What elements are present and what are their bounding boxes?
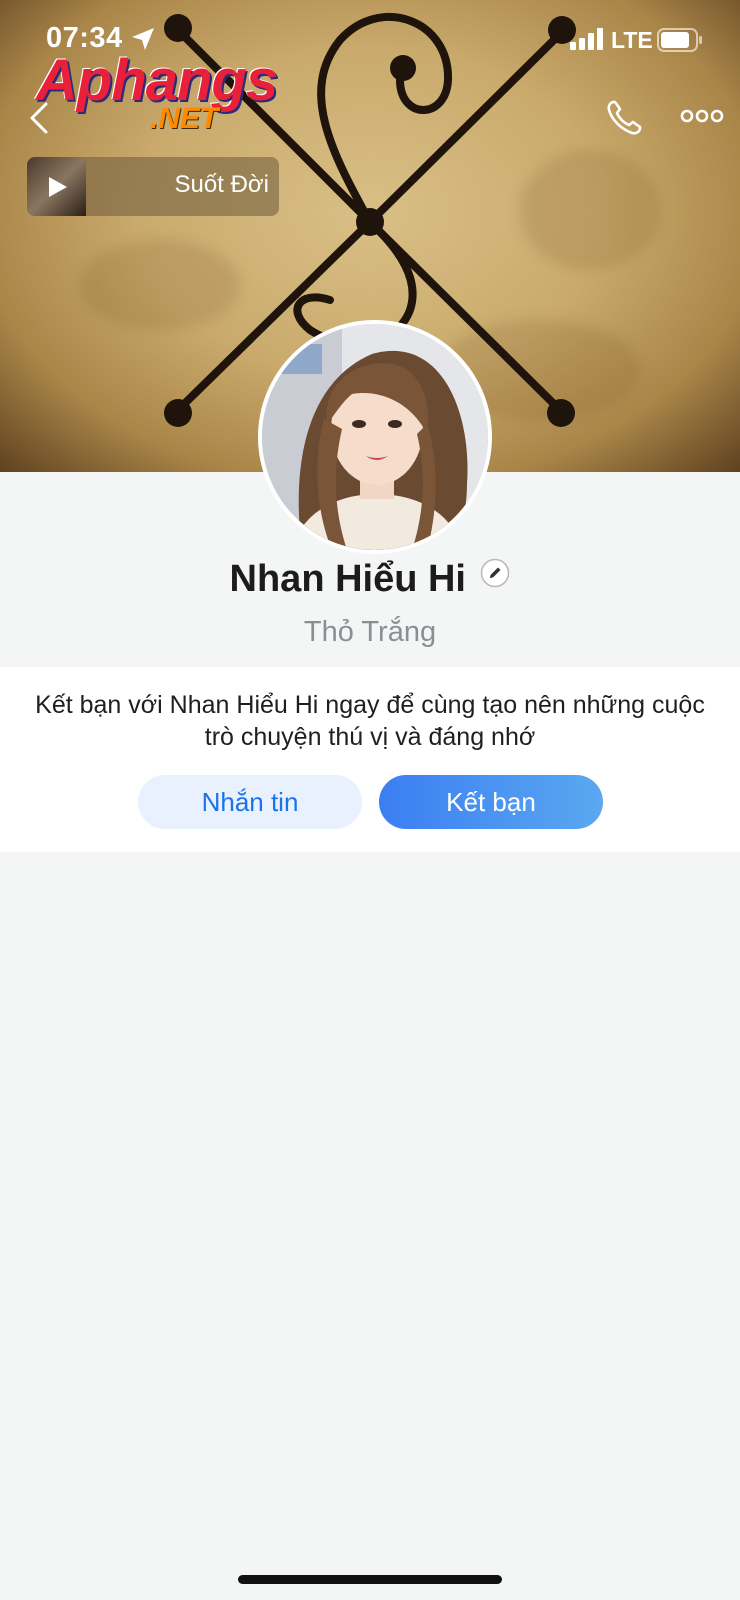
profile-nickname: Thỏ Trắng — [303, 616, 437, 648]
music-title: Suốt Đời — [174, 171, 269, 198]
avatar[interactable] — [258, 320, 492, 554]
add-friend-card: Kết bạn với Nhan Hiểu Hi ngay để cùng tạ… — [0, 667, 740, 852]
profile-name: Nhan Hiểu Hi — [229, 558, 466, 600]
phone-icon — [607, 100, 642, 135]
add-friend-description: Kết bạn với Nhan Hiểu Hi ngay để cùng tạ… — [35, 691, 705, 751]
more-options-button[interactable] — [680, 104, 724, 128]
edit-pencil-icon[interactable] — [480, 558, 510, 588]
play-icon — [49, 177, 67, 197]
more-icon — [680, 109, 724, 123]
back-icon — [30, 102, 48, 134]
add-friend-button[interactable]: Kết bạn — [379, 775, 603, 829]
profile-music-chip[interactable]: Suốt Đời — [27, 157, 279, 216]
profile-screen: 07:34 LTE Aphangs .NET Suốt Đời Nhan Hiể… — [0, 0, 740, 1600]
message-button[interactable]: Nhắn tin — [138, 775, 362, 829]
back-button[interactable] — [26, 100, 56, 136]
avatar-image — [262, 324, 488, 550]
home-indicator[interactable] — [238, 1575, 502, 1584]
call-button[interactable] — [604, 98, 644, 138]
profile-name-row: Nhan Hiểu Hi — [0, 558, 740, 610]
watermark-logo-suffix: .NET — [150, 102, 219, 135]
battery-icon — [657, 28, 702, 52]
signal-icon — [570, 28, 603, 50]
network-type: LTE — [611, 27, 653, 53]
